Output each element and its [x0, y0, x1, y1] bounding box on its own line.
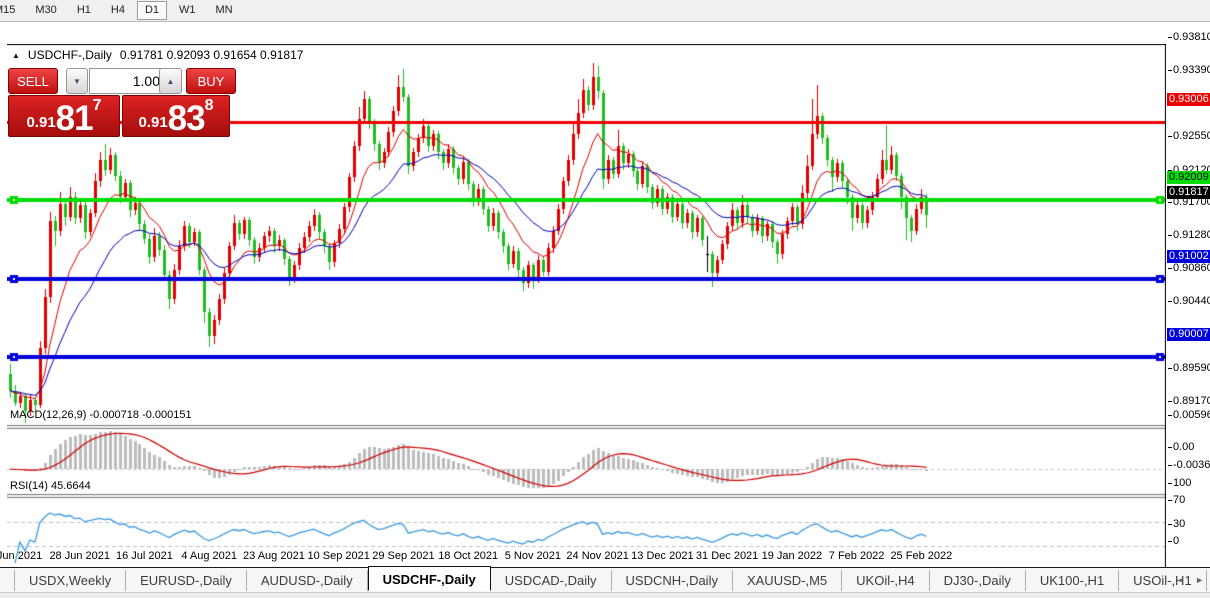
date-axis-label: 25 Feb 2022: [890, 550, 952, 562]
symbol-tab-audusd-daily[interactable]: AUDUSD-,Daily: [247, 570, 368, 591]
symbol-tab-usdx-weekly[interactable]: USDX,Weekly: [14, 570, 126, 591]
symbol-tab-dj30-daily[interactable]: DJ30-,Daily: [930, 570, 1026, 591]
sell-price-big: 81: [56, 104, 93, 134]
macd-axis-label: 0.005963: [1173, 409, 1210, 421]
sell-price-panel[interactable]: 0.91 81 7: [8, 95, 120, 137]
symbol-tab-uk100-h1[interactable]: UK100-,H1: [1026, 570, 1119, 591]
volume-increase-button[interactable]: ▲: [159, 68, 182, 94]
chart-symbol-period: USDCHF-,Daily: [28, 48, 112, 62]
status-strip: [0, 592, 1210, 598]
price-axis-label: 0.92550: [1173, 130, 1210, 142]
date-axis-label: 13 Dec 2021: [631, 550, 693, 562]
price-axis-label: 0.89170: [1173, 395, 1210, 407]
level-price-badge: 0.90007: [1167, 328, 1210, 341]
symbol-tab-eurusd-daily[interactable]: EURUSD-,Daily: [126, 570, 247, 591]
level-price-badge: 0.91002: [1167, 250, 1210, 263]
date-axis-label: 31 Dec 2021: [696, 550, 758, 562]
timeframe-button-h1[interactable]: H1: [69, 1, 99, 20]
date-axis-label: 23 Aug 2021: [243, 550, 305, 562]
symbol-tab-xauusd-m5[interactable]: XAUUSD-,M5: [733, 570, 842, 591]
rsi-axis-label: 70: [1173, 494, 1185, 506]
timeframe-button-h4[interactable]: H4: [103, 1, 133, 20]
chart-window: ▲ USDCHF-,Daily 0.91781 0.92093 0.91654 …: [0, 22, 1210, 566]
timeframe-toolbar: M15M30 H1H4D1W1MN: [0, 0, 1210, 23]
symbol-tab-bar: USDX,WeeklyEURUSD-,DailyAUDUSD-,DailyUSD…: [0, 567, 1210, 592]
date-axis-label: 29 Sep 2021: [372, 550, 434, 562]
timeframe-button-m15[interactable]: M15: [0, 1, 23, 20]
symbol-tab-usdcad-daily[interactable]: USDCAD-,Daily: [491, 570, 612, 591]
rsi-axis-label: 100: [1173, 477, 1191, 489]
sell-price-prefix: 0.91: [26, 114, 55, 131]
rsi-axis-label: 30: [1173, 518, 1185, 530]
date-axis-label: 4 Aug 2021: [181, 550, 237, 562]
tab-scroll-right-button[interactable]: ►: [1195, 575, 1204, 585]
level-price-badge: 0.92009: [1167, 171, 1210, 184]
date-axis-label: 7 Feb 2022: [829, 550, 885, 562]
chart-title: ▲ USDCHF-,Daily 0.91781 0.92093 0.91654 …: [12, 48, 303, 62]
symbol-tab-usdcnh-daily[interactable]: USDCNH-,Daily: [612, 570, 733, 591]
date-axis: 9 Jun 2021 28 Jun 2021 16 Jul 2021 4 Aug 20…: [0, 550, 1210, 566]
price-axis: 0.938100.933900.929700.925500.921200.917…: [1167, 22, 1210, 566]
symbol-tab-ukoil-h4[interactable]: UKOil-,H4: [842, 570, 930, 591]
buy-price-pip: 8: [205, 97, 214, 115]
tab-scroll-buttons: ◄ ►: [1176, 575, 1204, 585]
level-price-badge: 0.93006: [1167, 93, 1210, 106]
date-axis-label: 16 Jul 2021: [116, 550, 173, 562]
date-axis-label: 19 Jan 2022: [762, 550, 823, 562]
price-axis-label: 0.90440: [1173, 295, 1210, 307]
buy-button[interactable]: BUY: [186, 68, 236, 94]
price-axis-label: 0.93810: [1173, 31, 1210, 43]
trading-platform-window: M15M30H1H4D1W1MN ▲ USDCHF-,Daily 0.91781…: [0, 0, 1210, 598]
price-axis-label: 0.89590: [1173, 362, 1210, 374]
tab-scroll-left-button[interactable]: ◄: [1176, 575, 1185, 585]
macd-axis-label: 0.00: [1173, 441, 1194, 453]
timeframe-button-d1[interactable]: D1: [137, 1, 167, 20]
price-axis-label: 0.90860: [1173, 262, 1210, 274]
timeframe-button-w1[interactable]: W1: [171, 1, 204, 20]
volume-input[interactable]: [89, 68, 166, 94]
symbol-tab-usdchf-daily[interactable]: USDCHF-,Daily: [368, 566, 491, 591]
timeframe-button-m30[interactable]: M30: [27, 1, 64, 20]
date-axis-label: 5 Nov 2021: [505, 550, 561, 562]
buy-price-prefix: 0.91: [138, 114, 167, 131]
date-axis-label: 9 Jun 2021: [0, 550, 42, 562]
date-axis-label: 10 Sep 2021: [307, 550, 369, 562]
price-axis-label: 0.91280: [1173, 229, 1210, 241]
date-axis-label: 24 Nov 2021: [566, 550, 628, 562]
rsi-indicator-label: RSI(14) 45.6644: [10, 480, 91, 492]
current-price-badge: 0.91817: [1167, 186, 1210, 199]
date-axis-label: 28 Jun 2021: [49, 550, 110, 562]
macd-axis-label: -0.003664: [1173, 459, 1210, 471]
volume-decrease-button[interactable]: ▼: [66, 68, 88, 94]
macd-indicator-label: MACD(12,26,9) -0.000718 -0.000151: [10, 409, 192, 421]
chart-ohlc-values: 0.91781 0.92093 0.91654 0.91817: [120, 48, 304, 62]
sell-price-pip: 7: [93, 97, 102, 115]
rsi-axis-label: 0: [1173, 535, 1179, 547]
price-axis-label: 0.93390: [1173, 64, 1210, 76]
buy-price-big: 83: [168, 104, 205, 134]
timeframe-button-mn[interactable]: MN: [208, 1, 241, 20]
buy-price-panel[interactable]: 0.91 83 8: [122, 95, 230, 137]
collapse-panel-icon[interactable]: ▲: [12, 51, 20, 60]
sell-button[interactable]: SELL: [8, 68, 58, 94]
date-axis-label: 18 Oct 2021: [438, 550, 498, 562]
